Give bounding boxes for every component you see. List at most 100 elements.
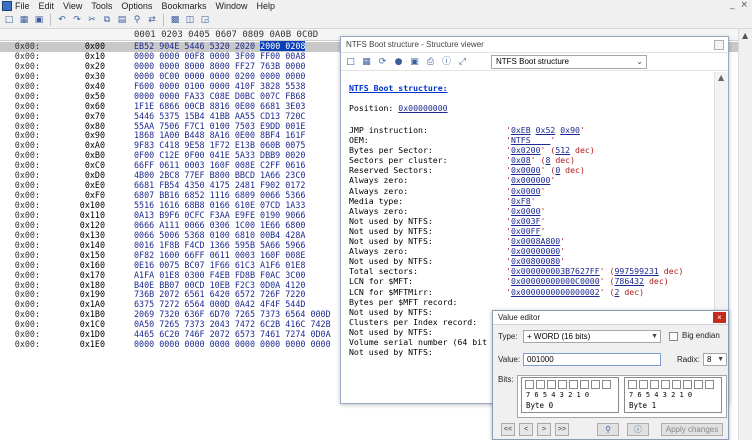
- bit-checkbox[interactable]: [650, 380, 659, 389]
- structure-value-link[interactable]: 786432: [614, 276, 644, 286]
- bit-checkbox[interactable]: [547, 380, 556, 389]
- next-button[interactable]: >: [537, 423, 551, 436]
- byte-1-checkboxes[interactable]: [628, 380, 714, 389]
- scroll-up-icon[interactable]: ▲: [718, 73, 724, 82]
- copy-icon[interactable]: ⧉: [101, 14, 113, 26]
- selected-bytes[interactable]: 2000 0208: [260, 41, 306, 51]
- help-icon[interactable]: ⓘ: [627, 423, 649, 436]
- compare-icon[interactable]: ◲: [199, 14, 211, 26]
- bit-checkbox[interactable]: [639, 380, 648, 389]
- structure-value-text: dec): [619, 286, 645, 297]
- structure-value-link[interactable]: 0xF8: [511, 196, 531, 206]
- menu-file[interactable]: File: [15, 1, 30, 11]
- menu-options[interactable]: Options: [121, 1, 152, 11]
- bit-checkbox[interactable]: [525, 380, 534, 389]
- structure-value-link[interactable]: 0x00FF: [511, 226, 541, 236]
- value-input[interactable]: 001000: [523, 353, 661, 366]
- cut-icon[interactable]: ✂: [86, 14, 98, 26]
- type-label: Type:: [498, 332, 518, 341]
- structure-icon[interactable]: ◫: [184, 14, 196, 26]
- position-value[interactable]: 0x00000000: [398, 103, 447, 113]
- undo-icon[interactable]: ↶: [56, 14, 68, 26]
- structure-viewer-titlebar[interactable]: NTFS Boot structure - Structure viewer: [341, 37, 728, 53]
- save-structure-icon[interactable]: ▣: [408, 56, 421, 69]
- structure-value-link[interactable]: 0x08: [511, 155, 531, 165]
- refresh-icon[interactable]: ⟳: [376, 56, 389, 69]
- save-icon[interactable]: ▣: [33, 14, 45, 26]
- scroll-up-icon[interactable]: ▲: [742, 31, 748, 40]
- type-select[interactable]: + WORD (16 bits) ▼: [523, 330, 661, 343]
- first-button[interactable]: <<: [501, 423, 515, 436]
- structure-value-link[interactable]: 0x003F: [511, 216, 541, 226]
- bit-checkbox[interactable]: [705, 380, 714, 389]
- expand-icon[interactable]: ⤢: [456, 56, 469, 69]
- structure-value-link[interactable]: 0x000000003B7627FF: [511, 266, 600, 276]
- structure-value-link[interactable]: 0x0000: [511, 165, 541, 175]
- bit-checkbox[interactable]: [672, 380, 681, 389]
- structure-value-link[interactable]: 0x000000: [511, 175, 550, 185]
- redo-icon[interactable]: ↷: [71, 14, 83, 26]
- bit-checkbox[interactable]: [694, 380, 703, 389]
- minimize-button[interactable]: _: [730, 0, 735, 10]
- structure-value-link[interactable]: 0x0008A800: [511, 236, 560, 246]
- structure-value-link[interactable]: 0x0200: [511, 145, 541, 155]
- byte-0-checkboxes[interactable]: [525, 380, 611, 389]
- search-icon[interactable]: ⚲: [597, 423, 619, 436]
- new-file-icon[interactable]: □: [3, 14, 15, 26]
- radix-select[interactable]: 8 ▼: [703, 353, 727, 366]
- close-icon[interactable]: ×: [713, 312, 726, 323]
- bit-checkbox[interactable]: [591, 380, 600, 389]
- hex-row-bytes[interactable]: A1FA 01E8 0300 F4EB FD8B F0AC 3C00: [134, 270, 305, 281]
- prev-button[interactable]: <: [519, 423, 533, 436]
- hex-row-bytes[interactable]: 0000 0000 0000 0000 0000 0000 0000 0000: [134, 339, 331, 350]
- value-editor-titlebar[interactable]: Value editor ×: [493, 311, 728, 325]
- bit-checkbox[interactable]: [602, 380, 611, 389]
- find-replace-icon[interactable]: ⇄: [146, 14, 158, 26]
- structure-value-link[interactable]: NTFS: [511, 135, 550, 145]
- bit-checkbox[interactable]: [558, 380, 567, 389]
- menu-help[interactable]: Help: [256, 1, 275, 11]
- bit-checkbox[interactable]: [580, 380, 589, 389]
- menu-bookmarks[interactable]: Bookmarks: [161, 1, 206, 11]
- menu-window[interactable]: Window: [215, 1, 247, 11]
- record-icon[interactable]: ●: [392, 56, 405, 69]
- bit-checkbox[interactable]: [683, 380, 692, 389]
- bit-checkbox[interactable]: [661, 380, 670, 389]
- apply-changes-button[interactable]: Apply changes: [661, 423, 723, 436]
- hex-row-bytes[interactable]: 5446 5375 15B4 41BB AA55 CD13 720C: [134, 111, 305, 122]
- menu-view[interactable]: View: [63, 1, 82, 11]
- bit-checkbox[interactable]: [536, 380, 545, 389]
- structure-value-link[interactable]: 0x52: [536, 125, 556, 135]
- structure-value-link[interactable]: 0x00000000: [511, 246, 560, 256]
- open-structure-icon[interactable]: ▦: [360, 56, 373, 69]
- find-icon[interactable]: ⚲: [131, 14, 143, 26]
- menu-tools[interactable]: Tools: [91, 1, 112, 11]
- structure-value-link[interactable]: 997599231: [614, 266, 658, 276]
- structure-value-link[interactable]: 0x0000: [511, 186, 541, 196]
- new-structure-icon[interactable]: □: [344, 56, 357, 69]
- structure-value-link[interactable]: 0x0000: [511, 206, 541, 216]
- big-endian-checkbox[interactable]: [669, 332, 678, 341]
- structure-value-link[interactable]: 0xEB: [511, 125, 531, 135]
- structure-field-value: '0x0000000000000002' (2 dec): [506, 287, 644, 297]
- bit-checkbox[interactable]: [569, 380, 578, 389]
- help-icon[interactable]: ⓘ: [440, 56, 453, 69]
- view-icon[interactable]: ▩: [169, 14, 181, 26]
- structure-viewer-close-button[interactable]: [714, 40, 724, 50]
- print-icon[interactable]: ⎙: [424, 56, 437, 69]
- structure-value-link[interactable]: 0x90: [560, 125, 580, 135]
- structure-heading[interactable]: NTFS Boot structure:: [349, 83, 448, 93]
- structure-value-link[interactable]: 0x00800080: [511, 256, 560, 266]
- hex-scrollbar[interactable]: ▲: [738, 29, 752, 440]
- close-window-button[interactable]: ×: [740, 0, 748, 10]
- open-folder-icon[interactable]: ▦: [18, 14, 30, 26]
- last-button[interactable]: >>: [555, 423, 569, 436]
- bit-checkbox[interactable]: [628, 380, 637, 389]
- structure-field-label: Not used by NTFS:: [349, 236, 433, 247]
- structure-value-link[interactable]: 512: [555, 145, 570, 155]
- structure-select[interactable]: NTFS Boot structure ⌄: [491, 55, 647, 69]
- paste-icon[interactable]: ▤: [116, 14, 128, 26]
- menu-edit[interactable]: Edit: [39, 1, 55, 11]
- structure-value-link[interactable]: 0x0000000000000002: [511, 287, 600, 297]
- structure-value-link[interactable]: 0x00000000000C0000: [511, 276, 600, 286]
